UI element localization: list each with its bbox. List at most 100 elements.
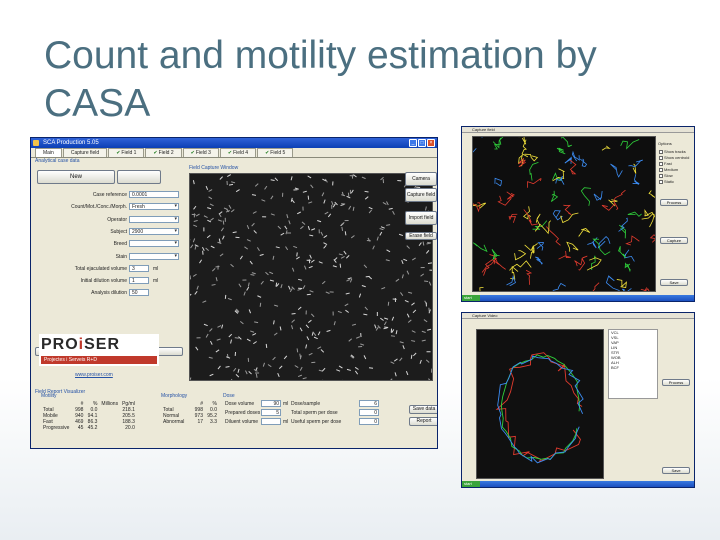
sperm-cell <box>365 275 370 278</box>
field-label: Analysis dilution <box>91 290 127 297</box>
sperm-cell <box>425 206 427 211</box>
sperm-cell <box>305 324 310 329</box>
sperm-cell <box>310 259 315 263</box>
minimize-icon[interactable]: _ <box>409 139 417 147</box>
sperm-cell <box>294 187 299 190</box>
option-checkbox[interactable]: Static <box>659 179 674 184</box>
sperm-cell <box>376 236 379 241</box>
sperm-cell <box>194 245 197 250</box>
field-dropdown[interactable] <box>129 252 179 260</box>
dose-label: Dose volume <box>225 401 255 407</box>
maximize-icon[interactable]: □ <box>418 139 426 147</box>
save-data-button[interactable]: Save data <box>409 405 437 414</box>
sperm-cell <box>215 349 220 353</box>
sperm-cell <box>302 285 306 290</box>
tab-capture-field[interactable]: Capture field <box>62 148 108 157</box>
option-checkbox[interactable]: Slow <box>659 173 673 178</box>
sperm-cell <box>190 244 194 249</box>
field-unit: ml <box>153 278 159 285</box>
company-link[interactable]: www.proiser.com <box>75 372 113 378</box>
tab-field-2[interactable]: ✔Field 2 <box>145 148 182 157</box>
table-cell: 45.2 <box>87 425 98 431</box>
check-icon: ✔ <box>116 150 121 156</box>
sperm-cell <box>307 225 310 231</box>
video-save-button[interactable]: Save <box>662 467 690 474</box>
erase-field-button[interactable]: Erase field <box>405 232 437 240</box>
report-button[interactable]: Report <box>409 417 437 426</box>
field-dropdown[interactable] <box>129 215 179 223</box>
close-icon[interactable]: × <box>427 139 435 147</box>
sperm-cell <box>194 290 198 295</box>
save-button[interactable]: Save <box>660 279 688 286</box>
video-process-button[interactable]: Process <box>662 379 690 386</box>
dose-input[interactable]: 90 <box>261 400 281 407</box>
sperm-cell <box>379 228 384 231</box>
sperm-cell <box>327 213 332 218</box>
window-titlebar[interactable]: SCA Production 5.05 _ □ × <box>31 138 437 148</box>
dose-unit: ml <box>283 401 289 407</box>
sperm-cell <box>406 270 410 275</box>
new-case-button[interactable]: New <box>37 170 115 184</box>
tab-field-1[interactable]: ✔Field 1 <box>108 148 145 157</box>
sperm-cell <box>313 332 317 337</box>
dose-label: Useful sperm per dose <box>291 419 342 425</box>
sperm-cell <box>306 336 310 341</box>
sperm-cell <box>350 189 354 194</box>
capture-button[interactable]: Capture <box>660 237 688 244</box>
case-blank-button[interactable] <box>117 170 161 184</box>
sperm-cell <box>306 293 311 296</box>
dose-input[interactable]: 5 <box>261 409 281 416</box>
field-row: Operator <box>35 215 185 224</box>
sperm-cell <box>288 285 291 290</box>
tab-field-5[interactable]: ✔Field 5 <box>257 148 294 157</box>
field-dropdown[interactable]: 2900 <box>129 227 179 235</box>
sperm-cell <box>390 335 395 337</box>
field-label: Subject <box>110 228 127 235</box>
tab-field-4[interactable]: ✔Field 4 <box>219 148 257 157</box>
sperm-cell <box>341 194 346 197</box>
camera-button[interactable]: Camera <box>405 172 437 186</box>
sperm-cell <box>374 324 377 329</box>
option-checkbox[interactable]: Fast <box>659 161 672 166</box>
field-dropdown[interactable] <box>129 240 179 248</box>
sperm-cell <box>346 368 351 371</box>
field-input[interactable]: 0.0001 <box>129 191 179 198</box>
dose-output: 0 <box>359 409 379 416</box>
tab-main[interactable]: Main <box>35 148 62 157</box>
sperm-cell <box>390 361 395 365</box>
import-field-button[interactable]: Import field <box>405 211 437 225</box>
sperm-cell <box>227 174 232 177</box>
sperm-cell <box>410 354 413 359</box>
field-dropdown[interactable]: Fresh <box>129 203 179 211</box>
sperm-cell <box>291 325 294 330</box>
sperm-cell <box>421 330 426 333</box>
tab-field-3[interactable]: ✔Field 3 <box>182 148 219 157</box>
sperm-cell <box>345 292 350 295</box>
dose-input[interactable] <box>261 418 281 425</box>
sperm-track <box>492 137 504 149</box>
capture-field-button[interactable]: Capture field <box>405 188 437 202</box>
sperm-cell <box>398 233 404 237</box>
option-checkbox[interactable]: Show centroid <box>659 155 689 160</box>
field-row: Breed <box>35 240 185 248</box>
sperm-cell <box>296 211 301 215</box>
sperm-cell <box>280 232 285 236</box>
sperm-cell <box>392 210 395 215</box>
field-input[interactable]: 1 <box>129 277 149 285</box>
sperm-cell <box>405 370 409 376</box>
sperm-cell <box>196 285 199 290</box>
table-cell: 20.0 <box>125 425 135 431</box>
option-checkbox[interactable]: Show tracks <box>659 149 686 154</box>
field-input[interactable]: 50 <box>129 289 149 297</box>
process-button[interactable]: Process <box>660 199 688 206</box>
sperm-cell <box>302 190 307 193</box>
field-input[interactable]: 3 <box>129 264 149 272</box>
sperm-track <box>648 190 655 198</box>
option-checkbox[interactable]: Medium <box>659 167 678 172</box>
taskbar-bottom: start <box>462 481 694 487</box>
sperm-cell <box>323 235 328 239</box>
start-button-bottom[interactable]: start <box>462 481 480 487</box>
sperm-cell <box>349 278 353 283</box>
sperm-cell <box>337 310 342 314</box>
start-button[interactable]: start <box>462 295 480 301</box>
